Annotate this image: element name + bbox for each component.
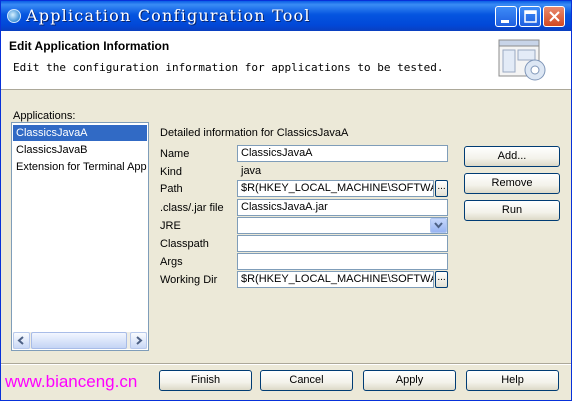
classpath-label: Classpath [160,238,209,250]
finish-button[interactable]: Finish [159,370,252,391]
wizard-header: Edit Application Information Edit the co… [1,31,571,90]
args-label: Args [160,256,183,268]
jre-select[interactable] [237,217,448,234]
list-item[interactable]: ClassicsJavaA [13,125,147,141]
working-dir-field[interactable]: $R(HKEY_LOCAL_MACHINE\SOFTWARE\ [237,271,434,288]
list-item[interactable]: Extension for Terminal Applic [13,159,147,175]
app-icon [7,9,21,23]
name-label: Name [160,148,190,160]
maximize-icon [524,10,537,23]
applications-label: Applications: [13,110,76,122]
application-window: Application Configuration Tool Edit Appl… [0,0,572,401]
cancel-button[interactable]: Cancel [260,370,353,391]
name-field[interactable]: ClassicsJavaA [237,145,448,162]
run-button[interactable]: Run [464,200,560,221]
header-description: Edit the configuration information for a… [13,61,444,74]
kind-label: Kind [160,166,183,178]
remove-button[interactable]: Remove [464,173,560,194]
footer-separator [1,363,571,365]
close-button[interactable] [543,6,565,27]
jre-label: JRE [160,220,181,232]
details-title: Detailed information for ClassicsJavaA [160,127,349,139]
apply-button[interactable]: Apply [363,370,456,391]
horizontal-scrollbar[interactable] [13,332,147,349]
minimize-button[interactable] [495,6,517,27]
scroll-left-button[interactable] [13,332,30,349]
dropdown-arrow-icon [434,222,443,229]
working-dir-browse-button[interactable]: ... [435,271,448,288]
path-field[interactable]: $R(HKEY_LOCAL_MACHINE\SOFTWARE\ [237,180,434,197]
wizard-graphic-icon [498,39,546,81]
scroll-right-icon [136,336,143,345]
scroll-thumb[interactable] [31,332,127,349]
classpath-field[interactable] [237,235,448,252]
minimize-icon [501,20,509,23]
close-icon [549,11,560,22]
path-label: Path [160,183,183,195]
watermark-text: www.bianceng.cn [5,372,138,391]
class-jar-label: .class/.jar file [160,202,224,214]
title-bar[interactable]: Application Configuration Tool [1,1,571,31]
args-field[interactable] [237,253,448,270]
window-title: Application Configuration Tool [26,6,311,25]
scroll-left-icon [17,336,24,345]
scroll-right-button[interactable] [130,332,147,349]
list-item[interactable]: ClassicsJavaB [13,142,147,158]
header-title: Edit Application Information [9,39,170,53]
working-dir-label: Working Dir [160,274,218,286]
applications-list[interactable]: ClassicsJavaA ClassicsJavaB Extension fo… [11,122,149,351]
add-button[interactable]: Add... [464,146,560,167]
kind-value: java [237,163,448,180]
maximize-button[interactable] [519,6,541,27]
class-jar-field[interactable]: ClassicsJavaA.jar [237,199,448,216]
path-browse-button[interactable]: ... [435,180,448,197]
jre-dropdown-button[interactable] [430,218,447,233]
help-button[interactable]: Help [466,370,559,391]
